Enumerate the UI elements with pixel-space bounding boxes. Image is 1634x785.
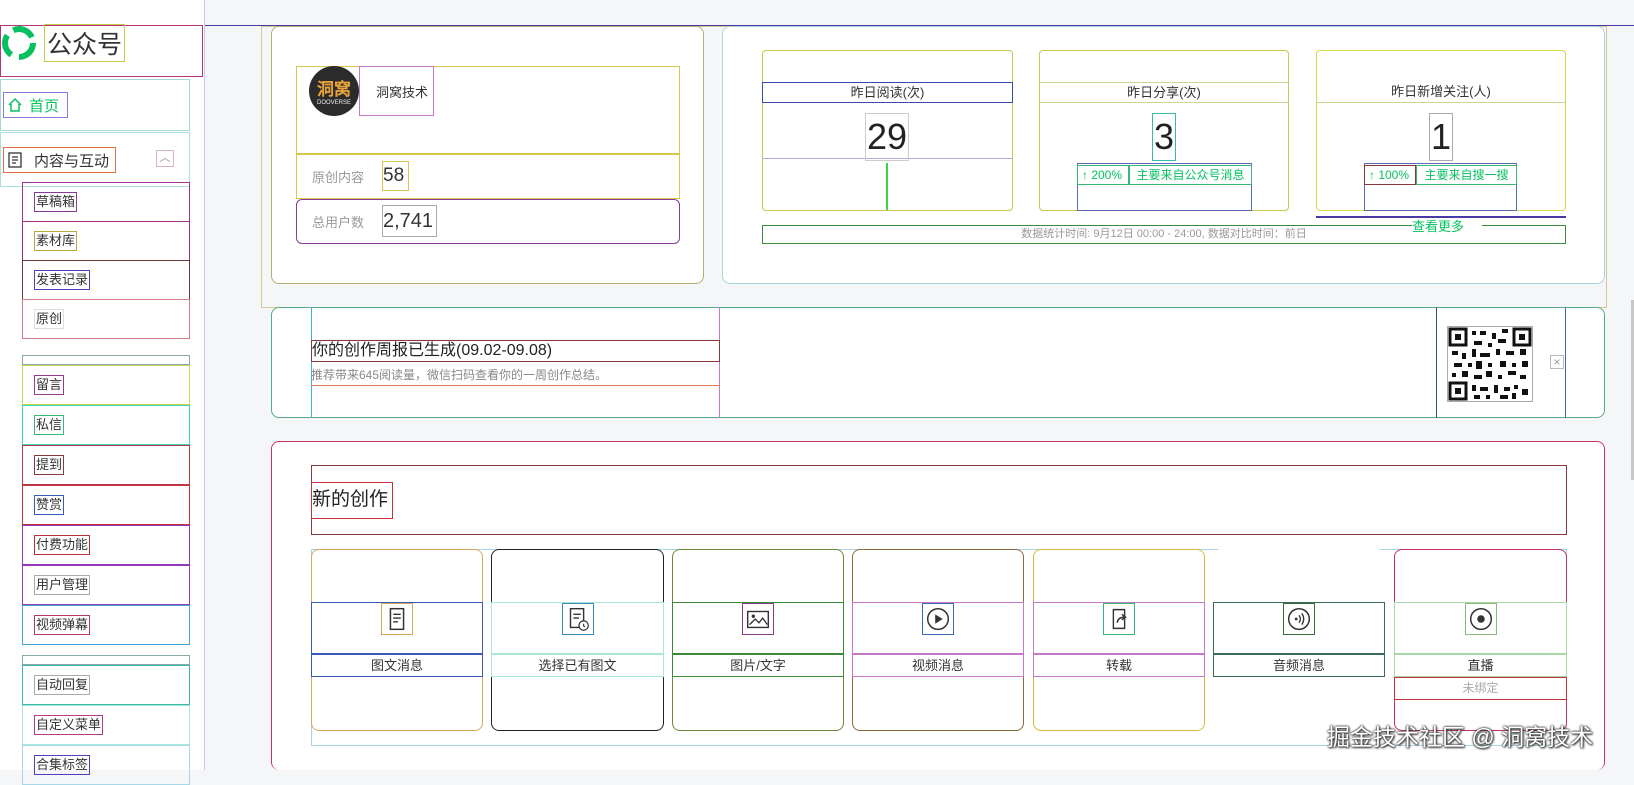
original-value: 58 [382, 161, 409, 191]
creation-item-label: 视频消息 [852, 654, 1024, 677]
sidebar-item-messages[interactable]: 私信 [22, 405, 190, 445]
users-value: 2,741 [382, 205, 437, 237]
creation-item-label: 图文消息 [311, 654, 483, 677]
avatar-text: 洞窝 [317, 80, 351, 99]
sidebar-item-publish-history[interactable]: 发表记录 [22, 260, 190, 300]
stat-label: 昨日分享(次) [1039, 82, 1289, 103]
audio-icon [1283, 603, 1315, 635]
image-icon [742, 603, 774, 635]
wechat-logo-icon [2, 26, 36, 60]
app-title: 公众号 [44, 24, 126, 62]
sidebar-group-label: 内容与互动 [34, 152, 110, 170]
weekly-report-text-area[interactable] [311, 307, 720, 418]
new-creation-title: 新的创作 [311, 482, 393, 519]
sidebar-item-collections[interactable]: 合集标签 [22, 745, 190, 785]
article-history-icon [561, 603, 594, 635]
creation-item-label: 直播 [1394, 654, 1567, 677]
sidebar-item-label: 素材库 [34, 231, 78, 251]
stat-value: 29 [865, 113, 909, 161]
weekly-report-desc: 推荐带来645阅读量，微信扫码查看你的一周创作总结。 [311, 366, 720, 386]
qr-code-image [1447, 326, 1533, 402]
qr-code [1436, 307, 1566, 418]
sidebar-item-label: 留言 [34, 375, 65, 395]
creation-item-label: 音频消息 [1213, 654, 1385, 677]
sidebar-item-auto-reply[interactable]: 自动回复 [22, 665, 190, 705]
sidebar-item-rewards[interactable]: 赞赏 [22, 485, 190, 525]
sidebar-item-label: 用户管理 [34, 575, 91, 595]
users-label: 总用户数 [312, 215, 365, 230]
sidebar-item-materials[interactable]: 素材库 [22, 221, 190, 261]
sidebar-item-mentions[interactable]: 提到 [22, 445, 190, 485]
divider [22, 655, 190, 665]
sidebar-item-paid[interactable]: 付费功能 [22, 525, 190, 565]
top-bar [205, 0, 1634, 26]
sidebar: 公众号 首页 内容与互动 ︿ 草稿箱 素材库 发表记录 原创 留言 私信 提到 … [0, 0, 205, 785]
original-row[interactable]: 原创内容 [296, 154, 680, 199]
sidebar-item-label: 赞赏 [34, 495, 65, 515]
creation-item-label: 选择已有图文 [491, 654, 664, 677]
stat-value: 1 [1429, 113, 1453, 161]
sidebar-item-label: 合集标签 [34, 755, 91, 775]
sidebar-item-original[interactable]: 原创 [22, 299, 190, 339]
home-icon [8, 97, 22, 112]
stat-label: 昨日新增关注(人) [1316, 82, 1566, 103]
sidebar-item-label: 原创 [34, 309, 65, 329]
sidebar-item-home[interactable]: 首页 [3, 92, 68, 118]
watermark: 掘金技术社区 @ 洞窝技术 [1327, 724, 1594, 750]
stat-value: 3 [1152, 113, 1176, 161]
creation-item-sublabel: 未绑定 [1394, 677, 1567, 700]
sidebar-item-danmaku[interactable]: 视频弹幕 [22, 605, 190, 645]
sidebar-item-label: 首页 [29, 97, 60, 115]
weekly-report-title: 你的创作周报已生成(09.02-09.08) [311, 340, 720, 362]
chevron-up-icon[interactable]: ︿ [156, 150, 174, 167]
creation-item-label: 图片/文字 [672, 654, 844, 677]
sidebar-item-label: 自定义菜单 [34, 715, 104, 735]
sidebar-item-custom-menu[interactable]: 自定义菜单 [22, 705, 190, 745]
account-name[interactable]: 洞窝技术 [359, 66, 434, 116]
stat-source: 主要来自公众号消息 [1129, 165, 1252, 185]
close-icon[interactable]: × [1550, 355, 1564, 369]
sidebar-item-label: 视频弹幕 [34, 615, 91, 635]
stat-change: ↑ 200% [1077, 165, 1129, 185]
divider [22, 355, 190, 365]
sidebar-item-users[interactable]: 用户管理 [22, 565, 190, 605]
share-icon [1103, 603, 1135, 635]
sidebar-item-comments[interactable]: 留言 [22, 365, 190, 405]
sidebar-item-label: 草稿箱 [34, 192, 78, 212]
avatar-subtext: DOOVERSE [316, 100, 351, 106]
sidebar-group-content[interactable]: 内容与互动 [3, 147, 116, 173]
sidebar-item-label: 提到 [34, 455, 65, 475]
video-play-icon [922, 603, 954, 635]
see-more-link[interactable]: 查看更多 [1412, 218, 1482, 238]
stat-label: 昨日阅读(次) [762, 82, 1013, 103]
sidebar-item-label: 自动回复 [34, 675, 91, 695]
stat-change: ↑ 100% [1364, 165, 1416, 185]
creation-item-label: 转载 [1033, 654, 1205, 677]
stat-source: 主要来自搜一搜 [1416, 165, 1517, 185]
stat-indicator [886, 163, 888, 210]
sidebar-item-label: 付费功能 [34, 535, 91, 555]
live-icon [1464, 603, 1497, 635]
sidebar-item-drafts[interactable]: 草稿箱 [22, 182, 190, 222]
users-row[interactable]: 总用户数 [296, 199, 680, 244]
article-icon [381, 603, 413, 635]
original-label: 原创内容 [312, 170, 365, 185]
sidebar-item-label: 私信 [34, 415, 65, 435]
document-icon [8, 152, 22, 168]
avatar[interactable]: 洞窝 DOOVERSE [309, 66, 359, 116]
sidebar-item-label: 发表记录 [34, 270, 91, 290]
new-creation-header [311, 465, 1567, 535]
